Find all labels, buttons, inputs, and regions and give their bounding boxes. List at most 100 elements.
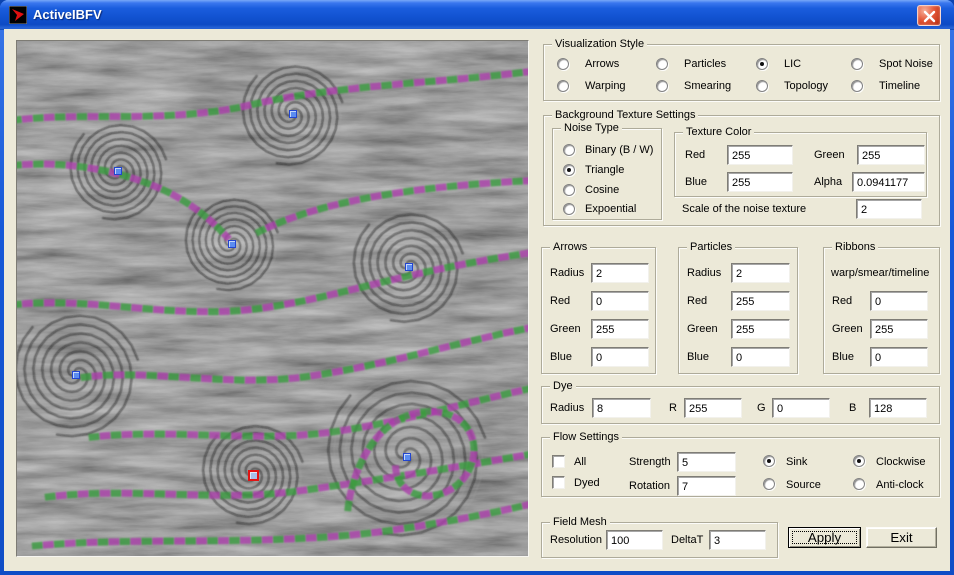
texture-alpha-field[interactable] [852, 172, 925, 192]
radio-smearing[interactable] [656, 80, 668, 92]
radio-triangle[interactable] [563, 164, 575, 176]
particles-red-field[interactable] [731, 291, 790, 311]
radio-lic-label: LIC [784, 58, 802, 70]
texture-blue-field[interactable] [727, 172, 793, 192]
particles-red-label: Red [687, 295, 708, 307]
group-arrows: Arrows Radius Red Green Blue [541, 240, 656, 374]
flow-element-marker-blue[interactable] [405, 263, 413, 271]
dye-radius-field[interactable] [592, 398, 651, 418]
flow-element-marker-blue[interactable] [72, 371, 80, 379]
flow-elements-overlay [17, 41, 528, 556]
ribbons-red-label: Red [832, 295, 853, 307]
radio-cosine[interactable] [563, 184, 575, 196]
noise-scale-field[interactable] [856, 199, 922, 219]
radio-warping[interactable] [557, 80, 569, 92]
radio-spot-noise[interactable] [851, 58, 863, 70]
flow-element-marker-red[interactable] [248, 470, 259, 481]
group-title: Particles [687, 240, 736, 254]
group-title: Noise Type [561, 121, 622, 135]
radio-source[interactable] [763, 478, 775, 490]
radio-sink[interactable] [763, 455, 775, 467]
checkbox-dyed-label: Dyed [574, 477, 600, 489]
flow-element-marker-blue[interactable] [403, 453, 411, 461]
resolution-field[interactable] [606, 530, 663, 550]
radio-arrows-label: Arrows [585, 58, 620, 70]
arrows-blue-label: Blue [550, 351, 573, 363]
radio-topology[interactable] [756, 80, 768, 92]
radio-clockwise[interactable] [853, 455, 865, 467]
checkbox-all[interactable] [552, 455, 565, 468]
deltat-field[interactable] [709, 530, 766, 550]
app-icon [9, 6, 27, 24]
group-texture-color: Texture Color Red Green Blue Alpha [674, 125, 927, 197]
ribbons-blue-label: Blue [832, 351, 855, 363]
dye-g-field[interactable] [772, 398, 830, 418]
exit-button[interactable]: Exit [866, 527, 937, 548]
arrows-green-field[interactable] [591, 319, 649, 339]
radio-arrows[interactable] [557, 58, 569, 70]
particles-blue-label: Blue [687, 351, 710, 363]
group-ribbons: Ribbons warp/smear/timeline Red Green Bl… [823, 240, 940, 374]
arrows-green-label: Green [550, 323, 581, 335]
group-title: Flow Settings [550, 430, 623, 444]
ribbons-note: warp/smear/timeline [831, 267, 930, 279]
group-title: Background Texture Settings [552, 108, 699, 122]
radio-warping-label: Warping [585, 80, 626, 92]
radio-particles-label: Particles [684, 58, 727, 70]
radio-timeline-label: Timeline [879, 80, 921, 92]
radio-timeline[interactable] [851, 80, 863, 92]
radio-expoential[interactable] [563, 203, 575, 215]
particles-blue-field[interactable] [731, 347, 790, 367]
radio-particles[interactable] [656, 58, 668, 70]
radio-cosine-label: Cosine [585, 184, 620, 196]
radio-anticlock[interactable] [853, 478, 865, 490]
window-title: ActiveIBFV [33, 7, 102, 22]
radio-source-label: Source [786, 479, 821, 491]
arrows-red-label: Red [550, 295, 571, 307]
arrows-blue-field[interactable] [591, 347, 649, 367]
group-title: Field Mesh [550, 515, 610, 529]
rotation-label: Rotation [629, 480, 670, 492]
texture-blue-label: Blue [685, 176, 708, 188]
ribbons-green-field[interactable] [870, 319, 928, 339]
flow-element-marker-blue[interactable] [114, 167, 122, 175]
radio-binary[interactable] [563, 144, 575, 156]
resolution-label: Resolution [550, 534, 602, 546]
group-title: Dye [550, 379, 576, 393]
texture-green-label: Green [814, 149, 845, 161]
dye-b-field[interactable] [869, 398, 927, 418]
texture-alpha-label: Alpha [814, 176, 843, 188]
arrows-radius-field[interactable] [591, 263, 649, 283]
strength-label: Strength [629, 456, 671, 468]
group-field-mesh: Field Mesh Resolution DeltaT [541, 515, 778, 558]
texture-red-field[interactable] [727, 145, 793, 165]
title-bar: ActiveIBFV [0, 0, 954, 30]
ribbons-blue-field[interactable] [870, 347, 928, 367]
dye-r-label: R [669, 402, 677, 414]
flow-element-marker-blue[interactable] [228, 240, 236, 248]
close-icon [923, 10, 936, 23]
rotation-field[interactable] [677, 476, 736, 496]
particles-radius-field[interactable] [731, 263, 790, 283]
flow-visualization-canvas[interactable] [16, 40, 529, 557]
checkbox-all-label: All [574, 456, 587, 468]
particles-green-field[interactable] [731, 319, 790, 339]
arrows-red-field[interactable] [591, 291, 649, 311]
noise-scale-label: Scale of the noise texture [682, 203, 807, 215]
radio-topology-label: Topology [784, 80, 829, 92]
radio-expoential-label: Expoential [585, 203, 637, 215]
texture-green-field[interactable] [857, 145, 925, 165]
radio-lic[interactable] [756, 58, 768, 70]
radio-triangle-label: Triangle [585, 164, 625, 176]
checkbox-dyed[interactable] [552, 476, 565, 489]
close-button[interactable] [917, 5, 941, 26]
group-dye: Dye Radius R G B [541, 379, 940, 424]
flow-element-marker-blue[interactable] [289, 110, 297, 118]
group-title: Ribbons [832, 240, 879, 254]
group-title: Visualization Style [552, 37, 648, 51]
dye-r-field[interactable] [684, 398, 742, 418]
strength-field[interactable] [677, 452, 736, 472]
ribbons-red-field[interactable] [870, 291, 928, 311]
apply-button[interactable]: Apply [788, 527, 861, 548]
deltat-label: DeltaT [671, 534, 704, 546]
